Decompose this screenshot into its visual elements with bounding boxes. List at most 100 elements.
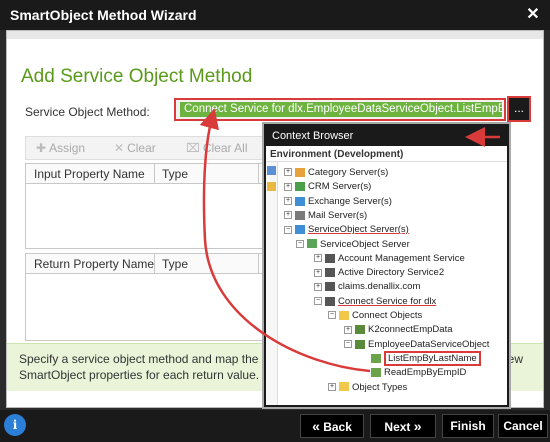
assign-button[interactable]: ✚ Assign bbox=[36, 141, 85, 155]
tree-node-label: K2connectEmpData bbox=[368, 324, 453, 336]
property-toolbar: ✚ Assign ✕ Clear ⌧ Clear All bbox=[25, 136, 271, 160]
tree-node-label: EmployeeDataServiceObject bbox=[368, 338, 490, 350]
tree-node[interactable]: + Category Server(s) bbox=[284, 166, 388, 180]
tree-expander-icon[interactable]: − bbox=[328, 311, 336, 320]
header-band bbox=[7, 31, 543, 39]
column-divider bbox=[154, 164, 155, 184]
return-type-header[interactable]: Type bbox=[162, 257, 188, 271]
tree-node-label: Account Management Service bbox=[338, 252, 465, 264]
tree-node[interactable]: + Object Types bbox=[328, 381, 407, 395]
service-icon bbox=[325, 282, 335, 292]
assign-label: Assign bbox=[49, 141, 86, 155]
service-object-method-value: Connect Service for dlx.EmployeeDataServ… bbox=[180, 102, 502, 117]
tree-node[interactable]: − EmployeeDataServiceObject bbox=[344, 338, 489, 352]
tree-expander-icon[interactable]: + bbox=[328, 382, 336, 391]
input-properties-grid: Input Property Name Type B bbox=[25, 163, 271, 249]
page-title: Add Service Object Method bbox=[21, 66, 253, 87]
input-grid-header: Input Property Name Type B bbox=[26, 164, 270, 184]
tree-node-label: Category Server(s) bbox=[308, 167, 389, 178]
service-icon bbox=[325, 296, 335, 306]
finish-button[interactable]: Finish bbox=[442, 414, 494, 438]
tree-node-label: Connect Service for dlx bbox=[338, 295, 437, 307]
tree-expander-icon[interactable]: + bbox=[284, 168, 292, 177]
tree-node[interactable]: + Active Directory Service2 bbox=[314, 266, 444, 280]
tree-node-label: ServiceObject Server bbox=[320, 238, 410, 250]
method-icon bbox=[371, 368, 381, 378]
tree-node[interactable]: − Connect Objects bbox=[328, 309, 422, 323]
window-title: SmartObject Method Wizard bbox=[10, 7, 197, 23]
tree-node[interactable]: + K2connectEmpData bbox=[344, 323, 453, 337]
tree-node-label: Active Directory Service2 bbox=[338, 267, 445, 279]
next-chevron-icon: » bbox=[413, 418, 422, 434]
return-property-name-header[interactable]: Return Property Name bbox=[34, 257, 154, 271]
tree-node[interactable]: + Exchange Server(s) bbox=[284, 195, 392, 209]
context-browser-title: Context Browser bbox=[266, 126, 507, 146]
tree-expander-icon[interactable]: + bbox=[284, 211, 292, 220]
next-label: Next bbox=[384, 420, 411, 434]
object-icon bbox=[355, 339, 365, 349]
close-icon[interactable]: ✕ bbox=[522, 4, 544, 26]
input-property-name-header[interactable]: Input Property Name bbox=[34, 167, 145, 181]
tree-node-label: ServiceObject Server(s) bbox=[308, 224, 409, 236]
tree-node[interactable]: + Account Management Service bbox=[314, 252, 465, 266]
column-divider bbox=[258, 254, 259, 274]
tree-expander-icon[interactable]: + bbox=[314, 268, 322, 277]
tree-expander-icon[interactable]: − bbox=[284, 225, 292, 234]
tree-node-label: Exchange Server(s) bbox=[308, 195, 392, 207]
return-grid-header: Return Property Name Type B bbox=[26, 254, 270, 274]
browse-button[interactable]: ... bbox=[507, 96, 531, 122]
method-icon bbox=[371, 353, 381, 363]
back-button[interactable]: « Back bbox=[300, 414, 364, 438]
tree-expander-icon[interactable]: − bbox=[344, 340, 352, 349]
tree-node[interactable]: − ServiceObject Server bbox=[296, 238, 410, 252]
back-label: Back bbox=[323, 420, 352, 434]
instructions-line-2: SmartObject properties for each return v… bbox=[19, 368, 260, 382]
tree-node[interactable]: ListEmpByLastName bbox=[360, 350, 481, 366]
tree-node-label: CRM Server(s) bbox=[308, 181, 372, 193]
return-properties-grid: Return Property Name Type B bbox=[25, 253, 271, 341]
tree-node[interactable]: + Mail Server(s) bbox=[284, 209, 367, 223]
service-object-method-label: Service Object Method: bbox=[25, 105, 150, 119]
tree-node[interactable]: − ServiceObject Server(s) bbox=[284, 223, 409, 237]
category-icon bbox=[295, 167, 305, 177]
tree-node[interactable]: + claims.denallix.com bbox=[314, 280, 420, 294]
tree-expander-icon[interactable]: + bbox=[284, 197, 292, 206]
tree-node-label: Connect Objects bbox=[352, 310, 423, 321]
clear-all-label: Clear All bbox=[202, 141, 248, 155]
object-icon bbox=[355, 325, 365, 335]
tree-node-label: Object Types bbox=[352, 381, 408, 393]
tree-expander-icon[interactable]: − bbox=[296, 239, 304, 248]
environment-tab-icon[interactable] bbox=[267, 166, 276, 175]
tree-expander-icon[interactable]: + bbox=[314, 282, 322, 291]
wizard-footer: i « Back Next » Finish Cancel bbox=[0, 410, 550, 442]
tree-expander-icon[interactable]: + bbox=[344, 325, 352, 334]
input-type-header[interactable]: Type bbox=[162, 167, 188, 181]
column-divider bbox=[154, 254, 155, 274]
tree-expander-icon[interactable]: + bbox=[314, 254, 322, 263]
crm-server-icon bbox=[295, 182, 305, 192]
favorites-tab-icon[interactable] bbox=[267, 182, 276, 191]
tree-expander-icon[interactable]: + bbox=[284, 182, 292, 191]
cancel-button[interactable]: Cancel bbox=[498, 414, 548, 438]
tree-node-label: claims.denallix.com bbox=[338, 281, 421, 293]
next-button[interactable]: Next » bbox=[370, 414, 436, 438]
service-icon bbox=[325, 253, 335, 263]
tree-node-label: ReadEmpByEmpID bbox=[384, 367, 467, 379]
environment-label: Environment (Development) bbox=[266, 146, 507, 162]
info-icon[interactable]: i bbox=[4, 414, 26, 436]
clear-button[interactable]: ✕ Clear bbox=[114, 141, 156, 155]
back-chevron-icon: « bbox=[312, 418, 320, 434]
column-divider bbox=[258, 164, 259, 184]
assign-icon: ✚ bbox=[36, 141, 47, 155]
service-object-method-field[interactable]: Connect Service for dlx.EmployeeDataServ… bbox=[174, 98, 506, 121]
context-browser-sidebar bbox=[266, 162, 278, 405]
tree-node[interactable]: ReadEmpByEmpID bbox=[360, 366, 466, 380]
folder-icon bbox=[339, 310, 349, 320]
clear-all-button[interactable]: ⌧ Clear All bbox=[186, 141, 248, 155]
clear-label: Clear bbox=[127, 141, 156, 155]
tree-node[interactable]: + CRM Server(s) bbox=[284, 180, 371, 194]
tree-node[interactable]: − Connect Service for dlx bbox=[314, 295, 436, 309]
tree-expander-icon[interactable]: − bbox=[314, 297, 322, 306]
tree-node-label: Mail Server(s) bbox=[308, 209, 368, 221]
serviceobject-servers-icon bbox=[295, 225, 305, 235]
